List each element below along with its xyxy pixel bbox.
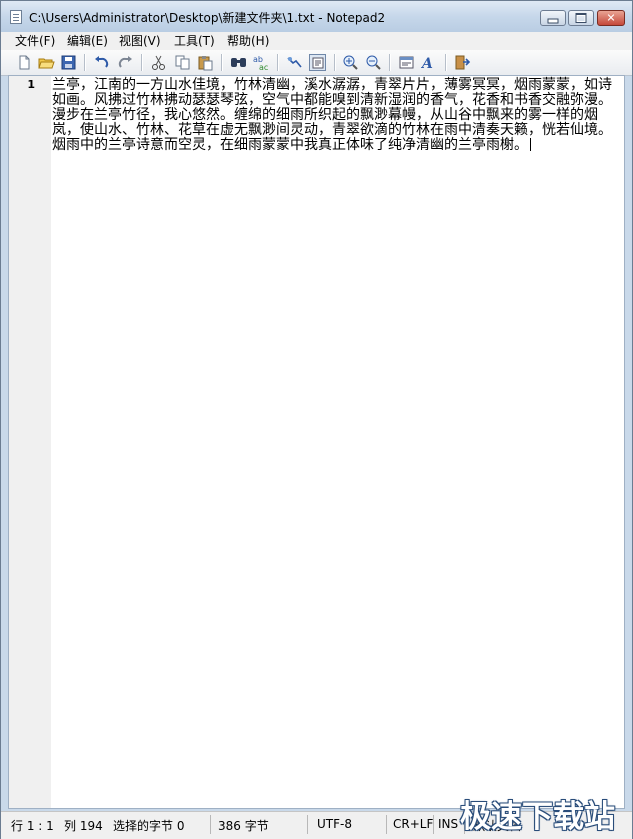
wordwrap-button[interactable] [286,54,303,71]
zoom-in-icon [343,55,358,70]
close-icon: ✕ [606,11,616,25]
settings-icon [399,56,414,69]
status-separator [386,815,387,834]
menu-bar: 文件(F) 编辑(E) 视图(V) 工具(T) 帮助(H) [1,32,632,50]
scheme-button[interactable] [309,54,326,71]
notepad-app-icon[interactable] [10,10,22,24]
zoom-out-icon [366,55,381,70]
editor-area[interactable]: 1 兰亭，江南的一方山水佳境，竹林清幽，溪水潺潺，青翠片片，薄雾冥冥，烟雨蒙蒙，… [8,75,625,809]
svg-text:A: A [421,56,433,71]
document-text: 兰亭，江南的一方山水佳境，竹林清幽，溪水潺潺，青翠片片，薄雾冥冥，烟雨蒙蒙，如诗… [52,77,612,153]
status-selected-bytes: 选择的字节 0 [113,819,185,833]
toolbar-separator [84,54,85,71]
status-bytes: 386 字节 [218,819,269,833]
replace-icon: abac [253,55,268,71]
wordwrap-icon [287,57,302,68]
find-button[interactable] [230,54,247,71]
open-button[interactable] [38,54,55,71]
toolbar: ab ac A [1,50,632,76]
menu-edit[interactable]: 编辑(E) [67,32,108,50]
line-number-gutter: 1 [9,76,51,808]
scheme-icon [312,57,324,69]
menu-view[interactable]: 视图(V) [119,32,161,50]
new-icon [19,55,30,70]
paste-button[interactable] [197,54,214,71]
redo-icon [118,56,132,68]
toolbar-separator [445,54,446,71]
window-title: C:\Users\Administrator\Desktop\新建文件夹\1.t… [29,11,386,25]
status-insert-mode[interactable]: INS [438,817,458,831]
redo-button[interactable] [117,54,134,71]
toolbar-separator [221,54,222,71]
find-icon [231,58,246,67]
copy-button[interactable] [174,54,191,71]
menu-tools[interactable]: 工具(T) [174,32,215,50]
status-column: 列 194 [64,819,103,833]
undo-icon [95,56,109,68]
title-bar[interactable]: C:\Users\Administrator\Desktop\新建文件夹\1.t… [1,1,632,32]
new-button[interactable] [16,54,33,71]
menu-file[interactable]: 文件(F) [15,32,55,50]
font-button[interactable]: A [421,54,438,71]
settings-button[interactable] [398,54,415,71]
status-line-ending[interactable]: CR+LF [393,817,433,831]
undo-button[interactable] [93,54,110,71]
maximize-icon [575,13,587,23]
notepad2-window: C:\Users\Administrator\Desktop\新建文件夹\1.t… [0,0,633,839]
minimize-icon [547,18,559,24]
save-icon [61,55,76,70]
exit-icon [455,55,471,70]
close-button[interactable]: ✕ [597,10,625,26]
zoom-in-button[interactable] [342,54,359,71]
toolbar-separator [277,54,278,71]
line-number: 1 [27,78,35,91]
watermark-logo: 极速下载站 [460,799,615,835]
copy-icon [175,55,190,70]
cut-button[interactable] [150,54,167,71]
status-separator [433,815,434,834]
maximize-button[interactable] [568,10,594,26]
minimize-button[interactable] [540,10,566,26]
status-encoding[interactable]: UTF-8 [317,817,352,831]
toolbar-separator [141,54,142,71]
cut-icon [152,55,165,70]
status-separator [307,815,308,834]
font-icon: A [421,56,433,71]
menu-help[interactable]: 帮助(H) [227,32,269,50]
save-button[interactable] [60,54,77,71]
svg-text:ac: ac [259,63,268,71]
exit-button[interactable] [454,54,471,71]
toolbar-separator [389,54,390,71]
toolbar-separator [334,54,335,71]
paste-icon [198,56,213,71]
status-separator [210,815,211,834]
editor-text[interactable]: 兰亭，江南的一方山水佳境，竹林清幽，溪水潺潺，青翠片片，薄雾冥冥，烟雨蒙蒙，如诗… [52,78,616,153]
open-icon [38,58,55,69]
status-position: 行 1 : 1 [11,819,54,833]
zoom-out-button[interactable] [365,54,382,71]
replace-button[interactable]: ab ac [253,54,270,71]
text-caret [530,138,531,151]
